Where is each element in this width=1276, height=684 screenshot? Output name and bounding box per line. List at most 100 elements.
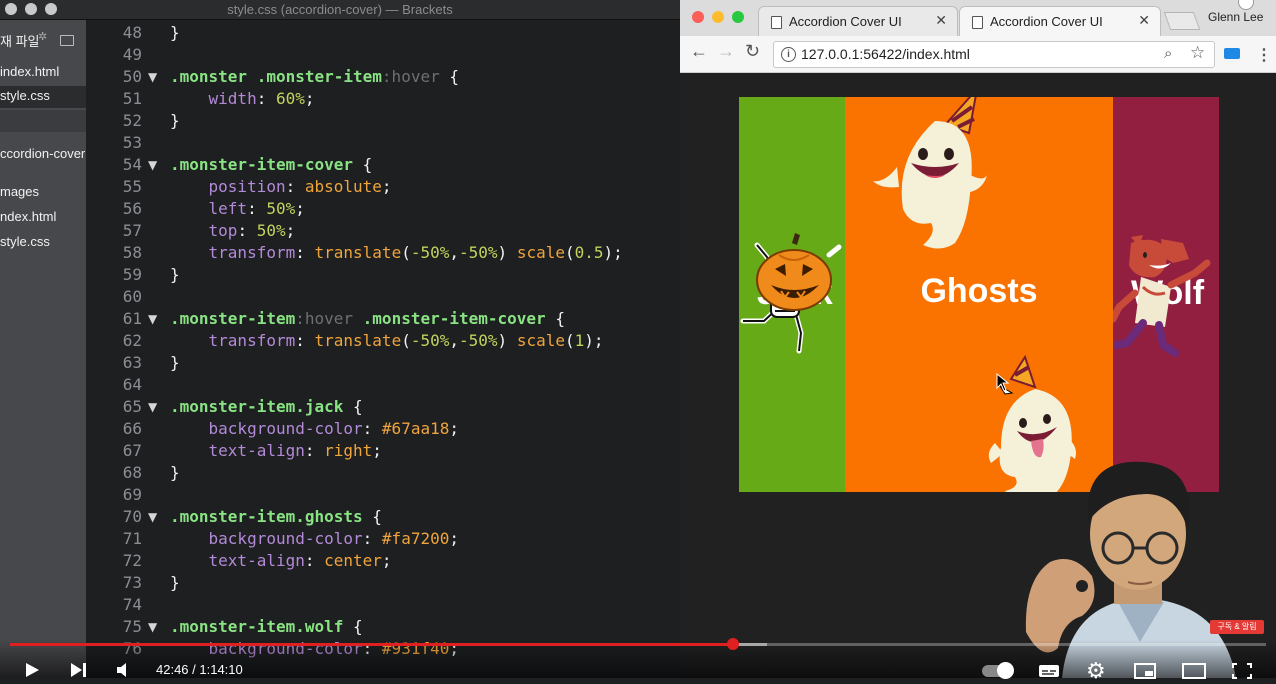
next-icon[interactable] — [70, 662, 88, 678]
code-token: { — [545, 309, 565, 328]
code-line[interactable]: } — [170, 264, 180, 286]
line-number: 59 — [122, 265, 142, 284]
fold-toggle-icon[interactable]: ▼ — [148, 396, 162, 418]
code-line[interactable]: } — [170, 352, 180, 374]
code-line[interactable]: text-align: right; — [170, 440, 382, 462]
tab-strip: Accordion Cover UI ✕ Accordion Cover UI … — [680, 0, 1276, 37]
settings-gear-icon[interactable]: ✲ — [38, 30, 47, 43]
code-token: text-align — [208, 441, 305, 460]
fold-toggle-icon[interactable]: ▼ — [148, 506, 162, 528]
autoplay-toggle[interactable] — [982, 662, 1014, 679]
close-icon[interactable]: ✕ — [935, 12, 947, 29]
code-line[interactable]: .monster-item-cover { — [170, 154, 372, 176]
code-line[interactable]: position: absolute; — [170, 176, 392, 198]
back-arrow-icon[interactable]: ← — [690, 41, 708, 62]
fold-toggle-icon[interactable]: ▼ — [148, 66, 162, 88]
miniplayer-icon[interactable] — [1134, 663, 1156, 679]
code-line[interactable]: text-align: center; — [170, 550, 392, 572]
zoom-icon[interactable]: ⌕ — [1164, 45, 1172, 62]
extension-icon[interactable] — [1224, 48, 1240, 59]
working-file-index-html[interactable]: index.html — [0, 64, 59, 79]
profile-name[interactable]: Glenn Lee — [1208, 10, 1263, 24]
monster-item-ghosts[interactable]: Ghosts — [845, 97, 1113, 492]
code-token: scale — [516, 243, 565, 262]
subtitles-icon[interactable] — [1038, 664, 1060, 678]
reload-icon[interactable]: ↻ — [745, 41, 760, 62]
code-line[interactable]: left: 50%; — [170, 198, 305, 220]
code-line[interactable]: transform: translate(-50%,-50%) scale(1)… — [170, 330, 604, 352]
code-line[interactable]: .monster .monster-item:hover { — [170, 66, 459, 88]
theater-mode-icon[interactable] — [1182, 663, 1206, 679]
close-window-button[interactable] — [692, 11, 704, 23]
code-line[interactable]: } — [170, 110, 180, 132]
document-icon — [771, 16, 782, 29]
tab-accordion-1[interactable]: Accordion Cover UI ✕ — [758, 6, 958, 37]
tab-accordion-2[interactable]: Accordion Cover UI ✕ — [959, 6, 1161, 37]
working-file-style-css[interactable]: style.css — [0, 88, 50, 103]
address-bar[interactable]: i 127.0.0.1:56422/index.html ⌕ ☆ — [773, 41, 1215, 68]
code-line[interactable]: width: 60%; — [170, 88, 315, 110]
monster-item-wolf[interactable]: Wolf — [1113, 97, 1219, 492]
browser-toolbar: ← → ↻ i 127.0.0.1:56422/index.html ⌕ ☆ ⋮ — [680, 36, 1276, 73]
line-number: 64 — [122, 375, 142, 394]
brackets-titlebar: style.css (accordion-cover) — Brackets — [0, 0, 680, 20]
window-title: style.css (accordion-cover) — Brackets — [227, 2, 453, 17]
line-number: 51 — [122, 89, 142, 108]
line-number-gutter: 48 49 50 ▼ 51 52 53 54 ▼ 55 56 57 58 59 60 61 ▼ 62 63 64 65 ▼… — [86, 20, 170, 678]
sidebar-divider — [0, 110, 86, 132]
play-icon[interactable] — [24, 662, 40, 678]
code-line[interactable]: .monster-item.jack { — [170, 396, 363, 418]
tree-item-style-css[interactable]: style.css — [0, 234, 50, 249]
split-view-icon[interactable] — [60, 35, 74, 46]
code-line[interactable]: background-color: #67aa18; — [170, 418, 459, 440]
document-icon — [972, 16, 983, 29]
code-line[interactable]: transform: translate(-50%,-50%) scale(0.… — [170, 242, 623, 264]
progress-played[interactable] — [10, 643, 734, 646]
code-line[interactable]: .monster-item:hover .monster-item-cover … — [170, 308, 565, 330]
code-line[interactable]: } — [170, 22, 180, 44]
code-token: } — [170, 463, 180, 482]
tab-label: Accordion Cover UI — [990, 14, 1103, 29]
forward-arrow-icon[interactable]: → — [717, 41, 735, 62]
monster-item-jack[interactable]: Jack — [739, 97, 845, 492]
zoom-window-button[interactable] — [732, 11, 744, 23]
new-tab-button[interactable] — [1163, 12, 1201, 30]
code-token: transform — [208, 243, 296, 262]
minimize-window-button[interactable] — [712, 11, 724, 23]
code-token: -50% — [459, 243, 498, 262]
url-text[interactable]: 127.0.0.1:56422/index.html — [801, 46, 970, 62]
volume-icon[interactable] — [116, 662, 134, 678]
code-editor[interactable]: } .monster .monster-item:hover { width: 6… — [170, 20, 680, 678]
bookmark-star-icon[interactable]: ☆ — [1190, 43, 1205, 63]
menu-dots-icon[interactable]: ⋮ — [1256, 45, 1272, 65]
line-number: 48 — [122, 23, 142, 42]
code-token: .monster-item-cover — [170, 155, 354, 174]
code-line[interactable]: } — [170, 572, 180, 594]
project-title[interactable]: ccordion-cover — [0, 146, 85, 161]
progress-scrubber[interactable] — [727, 638, 739, 650]
code-line[interactable]: } — [170, 462, 180, 484]
info-icon[interactable]: i — [781, 47, 796, 62]
code-token: , — [449, 243, 460, 262]
tree-item-index-html[interactable]: ndex.html — [0, 209, 56, 224]
mouse-cursor-icon — [996, 373, 1010, 392]
code-line[interactable]: .monster-item.ghosts { — [170, 506, 382, 528]
code-token: :hover — [381, 67, 440, 86]
fold-toggle-icon[interactable]: ▼ — [148, 154, 162, 176]
code-token: 50% — [266, 199, 296, 218]
fold-toggle-icon[interactable]: ▼ — [148, 616, 162, 638]
code-line[interactable]: background-color: #fa7200; — [170, 528, 459, 550]
profile-avatar[interactable] — [1238, 0, 1254, 10]
close-icon[interactable]: ✕ — [1138, 12, 1150, 29]
code-token: } — [170, 265, 180, 284]
line-number: 57 — [122, 221, 142, 240]
settings-gear-icon[interactable]: ⚙ — [1086, 658, 1106, 684]
code-line[interactable]: .monster-item.wolf { — [170, 616, 363, 638]
code-line[interactable]: top: 50%; — [170, 220, 296, 242]
fullscreen-icon[interactable] — [1232, 663, 1252, 679]
tree-item-images[interactable]: mages — [0, 184, 39, 199]
line-number: 60 — [122, 287, 142, 306]
fold-toggle-icon[interactable]: ▼ — [148, 308, 162, 330]
code-token: .monster-item — [170, 309, 296, 328]
